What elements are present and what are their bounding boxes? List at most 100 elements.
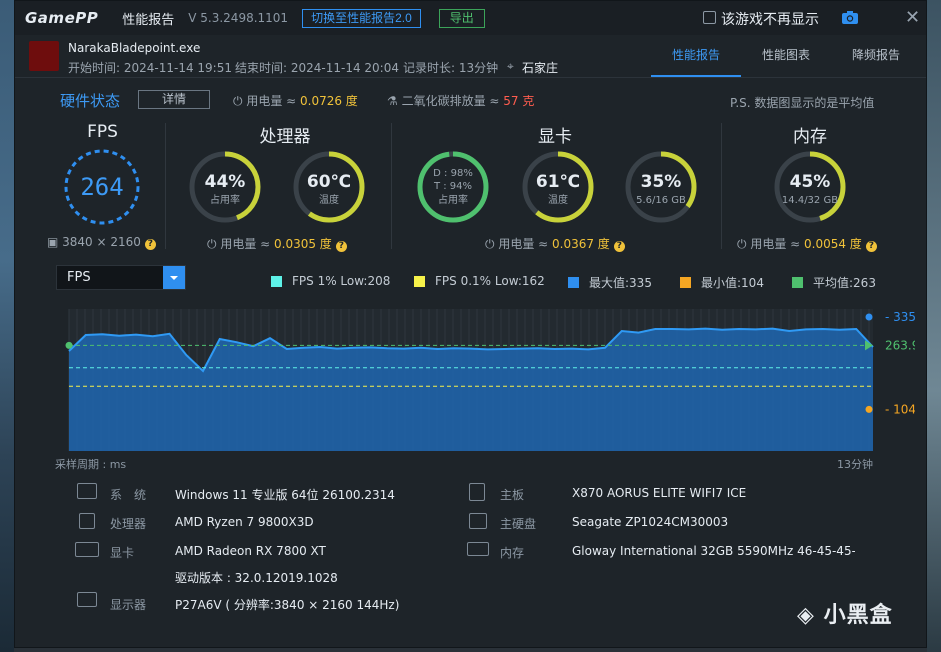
gpu-temp-value: 61℃ xyxy=(536,172,580,192)
camera-icon[interactable] xyxy=(841,10,859,25)
cpu-usage-gauge: 44% 占用率 xyxy=(189,151,261,223)
avg-marker-left xyxy=(65,341,73,349)
cpu-power: ⏻ 用电量 ≈ 0.0305 度? xyxy=(207,235,347,252)
watermark-logo-icon: ◈ xyxy=(797,603,824,628)
report-window: GamePP 性能报告 V 5.3.2498.1101 切换至性能报告2.0 导… xyxy=(14,0,927,648)
disk-label: 主硬盘 xyxy=(500,517,537,531)
os-value: Windows 11 专业版 64位 26100.2314 xyxy=(175,488,395,502)
power-icon: ⏻ xyxy=(737,237,751,251)
cpu-section-title: 处理器 xyxy=(259,127,311,147)
legend-max: 最大值:335 xyxy=(568,274,652,291)
fps-value: 264 xyxy=(80,173,123,201)
min-marker xyxy=(865,405,873,413)
cpu-chip-icon xyxy=(79,513,95,529)
dropdown-arrow[interactable] xyxy=(163,266,185,289)
avg-label: 263.99 xyxy=(885,338,915,352)
board-label: 主板 xyxy=(500,488,525,502)
cpu-value: AMD Ryzen 7 9800X3D xyxy=(175,515,314,529)
memory-power: ⏻ 用电量 ≈ 0.0054 度? xyxy=(737,235,877,252)
x-axis-right-label: 13分钟 xyxy=(837,458,873,471)
monitor-icon: ▣ xyxy=(47,235,63,249)
memory-section-title: 内存 xyxy=(793,127,827,147)
desktop-left-edge xyxy=(0,0,14,652)
gpu-usage-gauge: D : 98% T : 94% 占用率 xyxy=(417,151,489,223)
memory-usage-gauge: 45% 14.4/32 GB xyxy=(774,151,846,223)
power-icon: ⏻ xyxy=(485,237,499,251)
power-total: ⏻ 用电量 ≈ 0.0726 度 xyxy=(233,94,358,108)
tab-performance-chart[interactable]: 性能图表 xyxy=(741,41,831,77)
max-marker xyxy=(865,313,873,321)
section-divider xyxy=(721,123,722,249)
cpu-label: 处理器 xyxy=(110,517,147,531)
memory-usage-value: 45% xyxy=(790,172,831,192)
mem-label: 内存 xyxy=(500,546,525,560)
end-time: 结束时间: 2024-11-14 20:04 xyxy=(235,61,399,75)
cpu-temp-label: 温度 xyxy=(319,193,339,206)
cpu-temp-value: 60℃ xyxy=(307,172,351,192)
section-divider xyxy=(165,123,166,249)
report-tabs: 性能报告 性能图表 降频报告 xyxy=(651,41,921,77)
disk-icon xyxy=(469,513,487,529)
gpu-section-title: 显卡 xyxy=(538,127,572,147)
record-duration: 记录时长: 13分钟 xyxy=(403,61,499,75)
tab-performance-report[interactable]: 性能报告 xyxy=(651,41,741,77)
window-title: 性能报告 xyxy=(122,12,175,28)
monitor-icon xyxy=(77,592,97,607)
help-icon[interactable]: ? xyxy=(335,241,347,252)
cpu-temp-gauge: 60℃ 温度 xyxy=(293,151,365,223)
legend-fps-1pct-low: FPS 1% Low:208 xyxy=(271,274,390,288)
monitor-label: 显示器 xyxy=(110,598,147,612)
export-button[interactable]: 导出 xyxy=(438,8,485,28)
x-axis-left-label: 采样周期 : ms xyxy=(55,458,127,471)
help-icon[interactable]: ? xyxy=(144,239,156,250)
game-name: NarakaBladepoint.exe xyxy=(68,41,201,55)
power-icon: ⏻ xyxy=(233,94,247,108)
divider xyxy=(15,77,926,78)
hide-game-checkbox[interactable] xyxy=(703,11,716,24)
close-icon[interactable]: ✕ xyxy=(905,7,920,28)
help-icon[interactable]: ? xyxy=(865,241,877,252)
gpu-label: 显卡 xyxy=(110,546,135,560)
game-icon xyxy=(29,41,59,71)
switch-report-button[interactable]: 切换至性能报告2.0 xyxy=(302,8,421,28)
gpu-vram-gauge: 35% 5.6/16 GB xyxy=(625,151,697,223)
windows-icon xyxy=(77,483,97,499)
help-icon[interactable]: ? xyxy=(613,241,625,252)
max-label: - 335 xyxy=(885,310,915,324)
power-icon: ⏻ xyxy=(207,237,221,251)
motherboard-icon xyxy=(469,483,485,501)
resolution-label: ▣ 3840 × 2160? xyxy=(47,235,156,250)
gpu-vram-detail: 5.6/16 GB xyxy=(636,195,686,206)
disk-value: Seagate ZP1024CM30003 xyxy=(572,515,729,529)
hide-game-label: 该游戏不再显示 xyxy=(721,12,819,28)
gpu-d-usage: D : 98% xyxy=(433,168,473,179)
start-time: 开始时间: 2024-11-14 19:51 xyxy=(68,61,232,75)
gpu-temp-gauge: 61℃ 温度 xyxy=(522,151,594,223)
gpu-value: AMD Radeon RX 7800 XT xyxy=(175,544,326,558)
gpu-power: ⏻ 用电量 ≈ 0.0367 度? xyxy=(485,235,625,252)
gpu-card-icon xyxy=(75,542,99,557)
location-label: 石家庄 xyxy=(522,61,559,75)
tab-throttle-report[interactable]: 降频报告 xyxy=(831,41,921,77)
watermark: ◈ 小黑盒 xyxy=(797,603,893,628)
gpu-vram-value: 35% xyxy=(641,172,682,192)
legend-avg: 平均值:263 xyxy=(792,274,876,291)
desktop-right-edge xyxy=(927,0,941,652)
co2-icon: ⚗ xyxy=(387,94,402,108)
legend-fps-01pct-low: FPS 0.1% Low:162 xyxy=(414,274,545,288)
app-logo: GamePP xyxy=(25,9,99,27)
hardware-status-title: 硬件状态 xyxy=(60,92,121,110)
memory-usage-detail: 14.4/32 GB xyxy=(782,195,838,206)
fps-section-title: FPS xyxy=(87,122,118,142)
location-pin-icon: ⌖ xyxy=(507,59,514,73)
fps-chart: - 335 263.99 - 104 xyxy=(65,309,915,451)
metric-select[interactable]: FPS xyxy=(56,265,186,290)
board-value: X870 AORUS ELITE WIFI7 ICE xyxy=(572,486,747,500)
metric-select-value: FPS xyxy=(67,270,91,285)
mem-value: Gloway International 32GB 5590MHz 46-45-… xyxy=(572,544,855,558)
detail-button[interactable]: 详情 xyxy=(138,90,210,109)
fps-gauge: 264 xyxy=(64,149,140,225)
section-divider xyxy=(391,123,392,249)
legend-min: 最小值:104 xyxy=(680,274,764,291)
memory-stick-icon xyxy=(467,542,489,556)
